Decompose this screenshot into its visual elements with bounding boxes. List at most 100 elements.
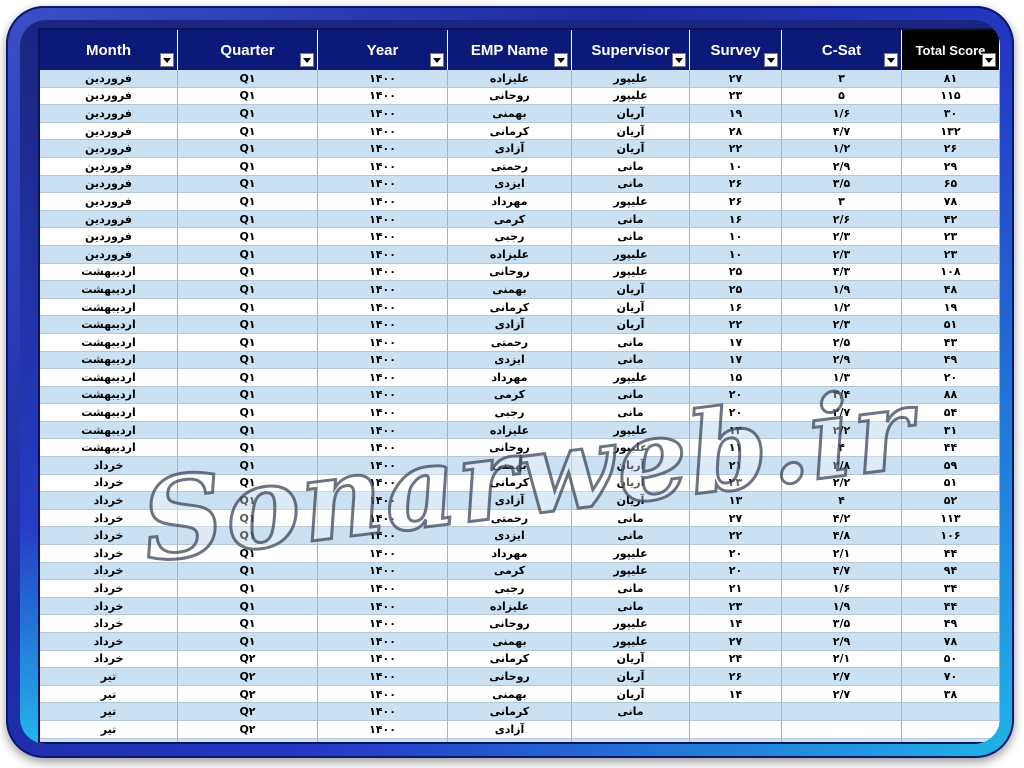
cell-total-score[interactable]: ۳۰ — [902, 105, 1000, 123]
cell-c-sat[interactable]: ۲/۶ — [782, 210, 902, 229]
cell-survey[interactable] — [690, 703, 782, 721]
cell-supervisor[interactable] — [572, 738, 690, 742]
cell-month[interactable]: فروردین — [40, 70, 178, 88]
cell-year[interactable]: ۱۴۰۰ — [318, 122, 448, 141]
cell-total-score[interactable]: ۱۹ — [902, 298, 1000, 317]
cell-c-sat[interactable]: ۱/۳ — [782, 369, 902, 387]
cell-month[interactable]: فروردین — [40, 210, 178, 229]
cell-month[interactable]: تیر — [40, 720, 178, 739]
cell-total-score[interactable]: ۳۸ — [902, 685, 1000, 704]
cell-c-sat[interactable]: ۱/۶ — [782, 105, 902, 123]
cell-emp-name[interactable]: مهرداد — [448, 545, 572, 563]
cell-quarter[interactable]: Q۱ — [178, 492, 318, 510]
cell-month[interactable]: فروردین — [40, 122, 178, 141]
cell-survey[interactable]: ۱۰ — [690, 245, 782, 264]
cell-quarter[interactable]: Q۱ — [178, 228, 318, 246]
cell-c-sat[interactable]: ۲/۷ — [782, 404, 902, 422]
cell-quarter[interactable]: Q۱ — [178, 140, 318, 158]
cell-month[interactable]: اردیبهشت — [40, 281, 178, 299]
cell-total-score[interactable]: ۵۰ — [902, 650, 1000, 669]
cell-month[interactable]: خرداد — [40, 597, 178, 616]
cell-year[interactable]: ۱۴۰۰ — [318, 87, 448, 106]
cell-supervisor[interactable]: آریان — [572, 298, 690, 317]
cell-total-score[interactable]: ۴۲ — [902, 210, 1000, 229]
cell-year[interactable]: ۱۴۰۰ — [318, 193, 448, 211]
cell-month[interactable]: فروردین — [40, 228, 178, 246]
cell-quarter[interactable]: Q۱ — [178, 386, 318, 405]
cell-supervisor[interactable]: آریان — [572, 140, 690, 158]
cell-emp-name[interactable]: رحمتی — [448, 738, 572, 742]
cell-c-sat[interactable]: ۲/۷ — [782, 685, 902, 704]
cell-c-sat[interactable]: ۱/۶ — [782, 580, 902, 598]
cell-quarter[interactable]: Q۱ — [178, 351, 318, 370]
cell-total-score[interactable]: ۷۰ — [902, 668, 1000, 686]
cell-survey[interactable]: ۲۷ — [690, 509, 782, 528]
cell-c-sat[interactable]: ۴/۷ — [782, 122, 902, 141]
cell-survey[interactable]: ۲۳ — [690, 597, 782, 616]
cell-survey[interactable]: ۲۵ — [690, 263, 782, 282]
cell-survey[interactable]: ۱۰ — [690, 157, 782, 176]
cell-month[interactable]: خرداد — [40, 527, 178, 546]
cell-year[interactable]: ۱۴۰۰ — [318, 298, 448, 317]
cell-emp-name[interactable]: روحانی — [448, 87, 572, 106]
cell-quarter[interactable]: Q۱ — [178, 404, 318, 422]
cell-supervisor[interactable]: مانی — [572, 597, 690, 616]
cell-c-sat[interactable]: ۲/۷ — [782, 668, 902, 686]
cell-survey[interactable]: ۱۷ — [690, 333, 782, 352]
cell-emp-name[interactable]: روحانی — [448, 668, 572, 686]
cell-year[interactable]: ۱۴۰۰ — [318, 70, 448, 88]
cell-c-sat[interactable]: ۲/۳ — [782, 316, 902, 334]
cell-total-score[interactable]: ۲۰ — [902, 369, 1000, 387]
cell-c-sat[interactable]: ۲/۵ — [782, 333, 902, 352]
cell-emp-name[interactable]: رحمتی — [448, 333, 572, 352]
cell-year[interactable]: ۱۴۰۰ — [318, 281, 448, 299]
cell-supervisor[interactable]: علیپور — [572, 421, 690, 440]
cell-year[interactable]: ۱۴۰۰ — [318, 545, 448, 563]
cell-emp-name[interactable]: آزادی — [448, 720, 572, 739]
cell-emp-name[interactable]: رجبی — [448, 580, 572, 598]
cell-supervisor[interactable]: آریان — [572, 685, 690, 704]
cell-month[interactable]: تیر — [40, 685, 178, 704]
cell-month[interactable]: خرداد — [40, 633, 178, 651]
cell-total-score[interactable]: ۳۴ — [902, 580, 1000, 598]
header-c-sat[interactable]: C-Sat — [782, 30, 902, 70]
cell-c-sat[interactable]: ۴ — [782, 439, 902, 458]
cell-c-sat[interactable]: ۱/۲ — [782, 298, 902, 317]
cell-year[interactable]: ۱۴۰۰ — [318, 668, 448, 686]
cell-survey[interactable]: ۲۳ — [690, 474, 782, 493]
cell-year[interactable]: ۱۴۰۰ — [318, 650, 448, 669]
cell-year[interactable]: ۱۴۰۰ — [318, 404, 448, 422]
cell-emp-name[interactable]: آزادی — [448, 316, 572, 334]
cell-survey[interactable]: ۱۹ — [690, 105, 782, 123]
cell-year[interactable]: ۱۴۰۰ — [318, 228, 448, 246]
cell-c-sat[interactable]: ۴/۷ — [782, 562, 902, 581]
cell-emp-name[interactable]: کرمی — [448, 386, 572, 405]
cell-month[interactable]: فروردین — [40, 157, 178, 176]
cell-c-sat[interactable]: ۲/۱ — [782, 545, 902, 563]
cell-quarter[interactable]: Q۱ — [178, 580, 318, 598]
cell-month[interactable]: اردیبهشت — [40, 369, 178, 387]
cell-year[interactable]: ۱۴۰۰ — [318, 527, 448, 546]
cell-month[interactable]: فروردین — [40, 140, 178, 158]
cell-survey[interactable]: ۲۰ — [690, 545, 782, 563]
cell-quarter[interactable]: Q۲ — [178, 703, 318, 721]
cell-c-sat[interactable]: ۲/۱ — [782, 650, 902, 669]
cell-total-score[interactable]: ۵۲ — [902, 492, 1000, 510]
cell-quarter[interactable]: Q۱ — [178, 369, 318, 387]
cell-survey[interactable]: ۲۵ — [690, 281, 782, 299]
cell-quarter[interactable]: Q۱ — [178, 175, 318, 194]
cell-quarter[interactable]: Q۱ — [178, 316, 318, 334]
cell-quarter[interactable]: Q۱ — [178, 193, 318, 211]
cell-year[interactable]: ۱۴۰۰ — [318, 738, 448, 742]
cell-year[interactable]: ۱۴۰۰ — [318, 175, 448, 194]
cell-emp-name[interactable]: بهمنی — [448, 457, 572, 475]
cell-supervisor[interactable]: آریان — [572, 122, 690, 141]
cell-total-score[interactable]: ۳۱ — [902, 421, 1000, 440]
header-survey[interactable]: Survey — [690, 30, 782, 70]
cell-total-score[interactable]: ۸۸ — [902, 386, 1000, 405]
cell-survey[interactable]: ۲۰ — [690, 562, 782, 581]
header-emp-name[interactable]: EMP Name — [448, 30, 572, 70]
cell-year[interactable]: ۱۴۰۰ — [318, 386, 448, 405]
cell-emp-name[interactable]: کرمانی — [448, 703, 572, 721]
cell-survey[interactable]: ۲۰ — [690, 404, 782, 422]
